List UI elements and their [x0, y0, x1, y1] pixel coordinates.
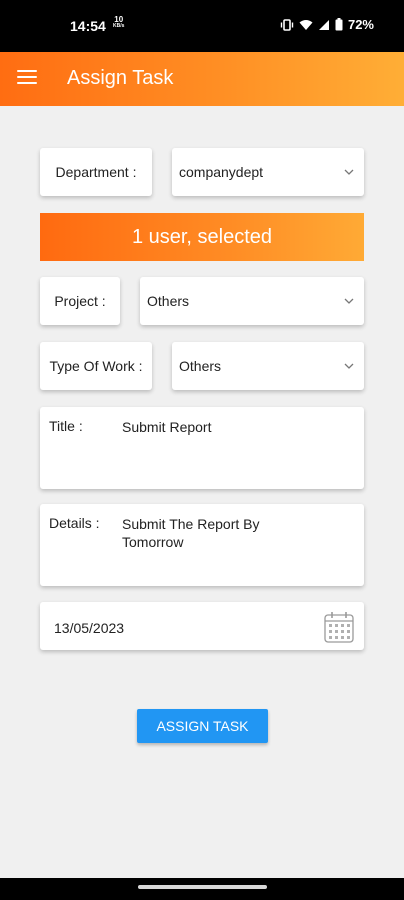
calendar-icon[interactable]: [324, 611, 354, 643]
department-dropdown[interactable]: companydept: [172, 148, 364, 196]
department-dropdown-value: companydept: [179, 164, 264, 180]
vibrate-icon: [280, 18, 294, 31]
status-icons: 72%: [280, 17, 374, 32]
users-selected-banner[interactable]: 1 user, selected: [40, 213, 364, 261]
assign-task-form: Department : companydept 1 user, selecte…: [0, 106, 404, 878]
date-field[interactable]: 13/05/2023: [40, 602, 364, 650]
assign-task-button[interactable]: ASSIGN TASK: [137, 709, 268, 743]
navigation-bar: [0, 878, 404, 900]
details-input[interactable]: Submit The Report By Tomorrow: [122, 515, 302, 551]
signal-icon: [318, 19, 329, 30]
date-value: 13/05/2023: [54, 620, 125, 636]
details-label: Details :: [49, 515, 100, 531]
project-dropdown-value: Others: [147, 293, 190, 309]
chevron-down-icon: [344, 298, 354, 304]
title-input[interactable]: Submit Report: [122, 418, 302, 436]
page-title: Assign Task: [67, 67, 174, 89]
title-field[interactable]: Title : Submit Report: [40, 407, 364, 489]
chevron-down-icon: [344, 169, 354, 175]
network-speed-value: 10: [114, 15, 124, 24]
status-time: 14:54: [70, 18, 106, 34]
type-of-work-dropdown[interactable]: Others: [172, 342, 364, 390]
project-label: Project :: [40, 277, 120, 325]
type-of-work-dropdown-value: Others: [179, 358, 222, 374]
chevron-down-icon: [344, 363, 354, 369]
battery-percent: 72%: [347, 17, 374, 32]
wifi-icon: [299, 19, 313, 30]
title-label: Title :: [49, 418, 83, 434]
department-label: Department :: [40, 148, 152, 196]
hamburger-menu-icon[interactable]: [17, 70, 37, 88]
app-bar: Assign Task: [0, 52, 404, 106]
details-field[interactable]: Details : Submit The Report By Tomorrow: [40, 504, 364, 586]
project-dropdown[interactable]: Others: [140, 277, 364, 325]
battery-icon: [335, 18, 343, 31]
network-speed: 10 KB/s: [113, 16, 124, 30]
status-bar: 14:54 10 KB/s 72%: [0, 0, 404, 52]
type-of-work-label: Type Of Work :: [40, 342, 152, 390]
home-gesture-bar[interactable]: [138, 885, 267, 889]
network-speed-unit: KB/s: [113, 23, 125, 29]
